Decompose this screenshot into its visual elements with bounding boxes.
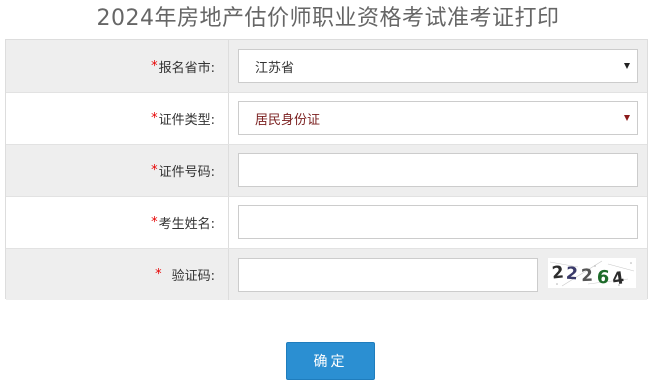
id-number-input[interactable] — [238, 153, 638, 187]
admission-ticket-form: * 报名省市: 江苏省 * 证件类型: 居民身份证 * 证件号码: * 考生姓名: * 验 — [5, 39, 648, 300]
id-type-select[interactable]: 居民身份证 — [238, 101, 638, 135]
dropdown-caret-icon — [624, 115, 630, 121]
form-row-id-number: * 证件号码: — [6, 144, 647, 196]
required-mark: * — [155, 267, 162, 282]
captcha-image-graphic: 2 2 2 6 4 — [549, 260, 635, 288]
captcha-char: 2 — [551, 262, 565, 283]
form-row-id-type: * 证件类型: 居民身份证 — [6, 92, 647, 144]
name-label-cell: * 考生姓名: — [6, 197, 229, 248]
submit-button[interactable]: 确定 — [286, 342, 375, 380]
required-mark: * — [151, 58, 158, 74]
dropdown-caret-icon — [624, 63, 630, 69]
captcha-label: 验证码: — [171, 269, 215, 284]
required-mark: * — [151, 215, 158, 230]
form-row-province: * 报名省市: 江苏省 — [6, 40, 647, 92]
captcha-char: 4 — [611, 268, 626, 288]
id-type-select-value: 居民身份证 — [255, 112, 321, 128]
captcha-label-cell: * 验证码: — [6, 249, 229, 300]
id-type-label: 证件类型: — [158, 113, 215, 128]
id-number-label-cell: * 证件号码: — [6, 145, 229, 196]
province-select-value: 江苏省 — [255, 60, 295, 76]
candidate-name-input[interactable] — [238, 205, 638, 239]
province-label-cell: * 报名省市: — [6, 40, 229, 92]
province-label: 报名省市: — [158, 60, 215, 76]
required-mark: * — [151, 111, 158, 126]
name-label: 考生姓名: — [158, 217, 215, 232]
captcha-image[interactable]: 2 2 2 6 4 — [548, 258, 636, 288]
required-mark: * — [151, 163, 158, 178]
province-select[interactable]: 江苏省 — [238, 49, 638, 83]
captcha-input[interactable] — [238, 258, 538, 292]
id-number-label: 证件号码: — [158, 165, 215, 180]
captcha-char: 2 — [565, 264, 578, 285]
captcha-char: 2 — [581, 266, 594, 287]
captcha-char: 6 — [596, 267, 610, 288]
form-row-captcha: * 验证码: 2 2 2 6 4 — [6, 248, 647, 300]
id-type-label-cell: * 证件类型: — [6, 93, 229, 144]
page-title: 2024年房地产估价师职业资格考试准考证打印 — [96, 6, 560, 31]
form-row-name: * 考生姓名: — [6, 196, 647, 248]
